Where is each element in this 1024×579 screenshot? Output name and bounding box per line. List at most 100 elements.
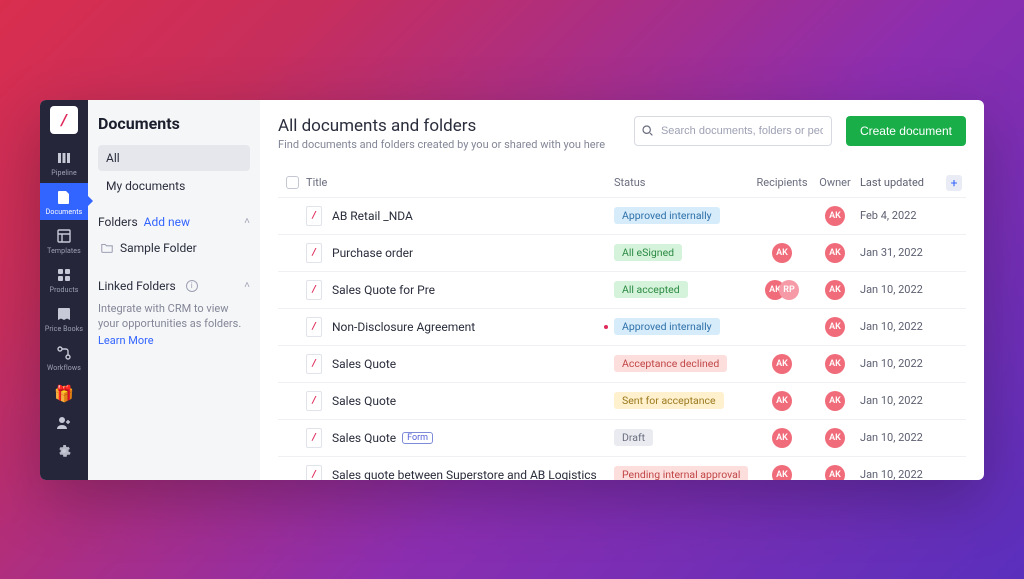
row-recipients-cell: AK	[754, 428, 810, 448]
row-title: Sales Quote	[332, 431, 396, 445]
select-all-checkbox[interactable]	[278, 176, 306, 189]
products-icon	[56, 267, 72, 283]
sidebar-tab-all[interactable]: All	[98, 145, 250, 171]
table-row[interactable]: /Non-Disclosure AgreementApproved intern…	[278, 308, 966, 345]
row-updated: Jan 31, 2022	[860, 246, 946, 259]
learn-more-link[interactable]: Learn More	[98, 333, 250, 348]
row-updated: Jan 10, 2022	[860, 320, 946, 333]
workflows-icon	[56, 345, 72, 361]
status-badge: Approved internally	[614, 207, 720, 224]
row-updated: Feb 4, 2022	[860, 209, 946, 222]
table-row[interactable]: /Sales quote between Superstore and AB L…	[278, 456, 966, 480]
row-updated: Jan 10, 2022	[860, 431, 946, 444]
row-title-cell[interactable]: /Sales Quote	[306, 354, 614, 374]
row-owner-cell: AK	[810, 465, 860, 480]
row-updated: Jan 10, 2022	[860, 394, 946, 407]
table-row[interactable]: /Purchase orderAll eSigned AK AK Jan 31, 20…	[278, 234, 966, 271]
avatar[interactable]: AK	[825, 428, 845, 448]
avatar[interactable]: AK	[772, 243, 792, 263]
col-updated[interactable]: Last updated	[860, 176, 946, 189]
gear-icon	[56, 443, 72, 459]
avatar[interactable]: AK	[825, 465, 845, 480]
row-title: Sales Quote for Pre	[332, 283, 435, 297]
sidebar: Documents All My documents Folders Add n…	[88, 100, 260, 480]
row-title-cell[interactable]: /Sales Quote	[306, 391, 614, 411]
row-owner-cell: AK	[810, 391, 860, 411]
pipeline-icon	[56, 150, 72, 166]
status-badge: Approved internally	[614, 318, 720, 335]
row-title-cell[interactable]: /Purchase order	[306, 243, 614, 263]
row-status-cell: All eSigned	[614, 244, 754, 261]
row-status-cell: All accepted	[614, 281, 754, 298]
row-owner-cell: AK	[810, 243, 860, 263]
rail-label: Documents	[46, 208, 83, 216]
avatar[interactable]: AK	[825, 206, 845, 226]
templates-icon	[56, 228, 72, 244]
folder-item[interactable]: Sample Folder	[98, 237, 250, 259]
create-document-button[interactable]: Create document	[846, 116, 966, 146]
status-badge: All accepted	[614, 281, 688, 298]
avatar[interactable]: AK	[825, 243, 845, 263]
search-input[interactable]	[634, 116, 832, 146]
table-row[interactable]: /AB Retail _NDAApproved internally AK Feb …	[278, 197, 966, 234]
avatar[interactable]: AK	[825, 391, 845, 411]
rail-item-pricebooks[interactable]: Price Books	[40, 300, 88, 337]
chevron-up-icon[interactable]: ˄	[244, 280, 250, 291]
rail-item-templates[interactable]: Templates	[40, 222, 88, 259]
add-column-button[interactable]: +	[946, 175, 962, 191]
chevron-up-icon[interactable]: ˄	[244, 216, 250, 227]
row-title-cell[interactable]: /Sales quote between Superstore and AB L…	[306, 465, 614, 480]
row-status-cell: Draft	[614, 429, 754, 446]
rail-item-workflows[interactable]: Workflows	[40, 339, 88, 376]
app-logo[interactable]: /	[50, 106, 78, 134]
table-row[interactable]: /Sales QuoteSent for acceptanceAKAKJan 1…	[278, 382, 966, 419]
status-badge: All eSigned	[614, 244, 682, 261]
col-status[interactable]: Status	[614, 176, 754, 189]
col-owner[interactable]: Owner	[810, 176, 860, 189]
avatar[interactable]: AK	[825, 317, 845, 337]
rail-label: Workflows	[47, 364, 81, 372]
sidebar-tab-my-documents[interactable]: My documents	[98, 173, 250, 199]
row-recipients-cell: AK	[754, 465, 810, 480]
rail-label: Price Books	[45, 325, 83, 333]
avatar[interactable]: RP	[779, 280, 799, 300]
rail-item-invite[interactable]	[40, 409, 88, 435]
user-plus-icon	[56, 415, 72, 431]
rail-item-pipeline[interactable]: Pipeline	[40, 144, 88, 181]
avatar[interactable]: AK	[825, 354, 845, 374]
avatar[interactable]: AK	[772, 354, 792, 374]
table-row[interactable]: /Sales QuoteAcceptance declinedAKAKJan 1…	[278, 345, 966, 382]
rail-item-gift[interactable]: 🎁	[40, 378, 88, 407]
row-recipients-cell: AK	[754, 354, 810, 374]
rail-item-settings[interactable]	[40, 437, 88, 463]
info-icon[interactable]: i	[186, 280, 198, 292]
row-updated: Jan 10, 2022	[860, 468, 946, 480]
avatar[interactable]: AK	[772, 428, 792, 448]
avatar[interactable]: AK	[772, 391, 792, 411]
table-row[interactable]: /Sales QuoteFormDraft AK AK Jan 10, 2022	[278, 419, 966, 456]
search-icon	[641, 124, 654, 137]
col-recipients[interactable]: Recipients	[754, 176, 810, 189]
app-window: / Pipeline Documents Templates Products …	[40, 100, 984, 480]
row-title-cell[interactable]: /Sales Quote for Pre	[306, 280, 614, 300]
row-title-cell[interactable]: /AB Retail _NDA	[306, 206, 614, 226]
avatar[interactable]: AK	[825, 280, 845, 300]
status-badge: Pending internal approval	[614, 466, 748, 480]
add-folder-link[interactable]: Add new	[144, 215, 190, 229]
col-title[interactable]: Title	[306, 176, 614, 189]
pricebooks-icon	[56, 306, 72, 322]
page-title: All documents and folders	[278, 116, 620, 136]
documents-table: Title Status Recipients Owner Last updat…	[278, 169, 966, 480]
row-title-cell[interactable]: /Non-Disclosure Agreement	[306, 317, 614, 337]
table-row[interactable]: /Sales Quote for PreAll acceptedAKRPAKJa…	[278, 271, 966, 308]
row-title: AB Retail _NDA	[332, 209, 413, 223]
row-title: Purchase order	[332, 246, 413, 260]
row-status-cell: Pending internal approval	[614, 466, 754, 480]
rail-item-documents[interactable]: Documents	[40, 183, 88, 220]
rail-item-products[interactable]: Products	[40, 261, 88, 298]
folder-name: Sample Folder	[120, 241, 197, 255]
avatar[interactable]: AK	[772, 465, 792, 480]
row-recipients-cell: AK	[754, 391, 810, 411]
row-title-cell[interactable]: /Sales QuoteForm	[306, 428, 614, 448]
row-title: Sales quote between Superstore and AB Lo…	[332, 468, 597, 480]
